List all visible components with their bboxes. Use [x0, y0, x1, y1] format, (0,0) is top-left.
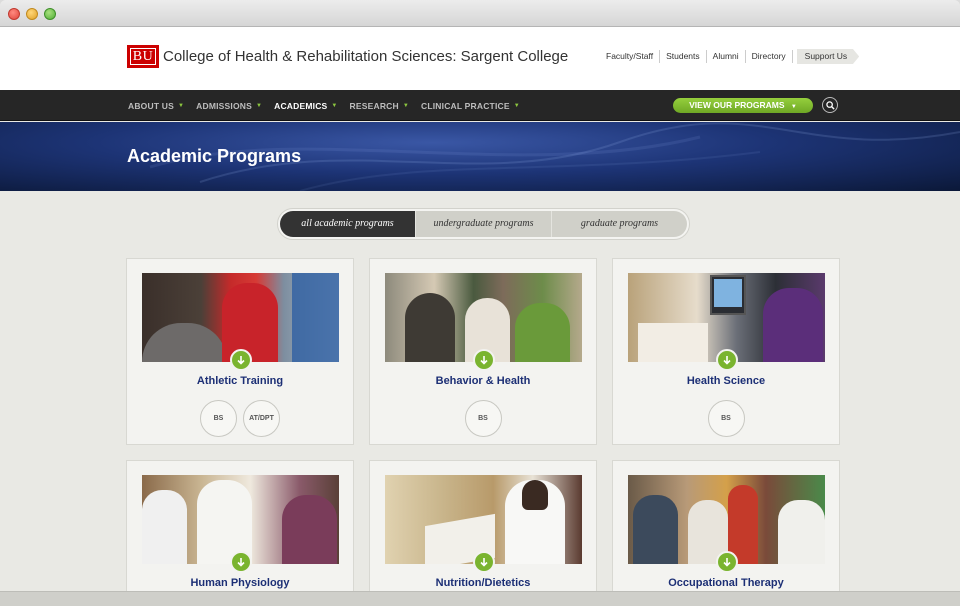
tab-undergraduate-programs[interactable]: undergraduate programs: [416, 211, 552, 237]
nav-item-academics[interactable]: ACADEMICS ▼: [274, 101, 337, 111]
program-title[interactable]: Athletic Training: [127, 375, 353, 387]
expand-arrow-icon[interactable]: [473, 349, 495, 371]
program-card-occupational-therapy[interactable]: Occupational Therapy: [612, 460, 840, 606]
program-card-behavior-health[interactable]: Behavior & Health BS: [369, 258, 597, 445]
chevron-down-icon: ▼: [402, 102, 409, 109]
program-title[interactable]: Occupational Therapy: [613, 577, 839, 589]
program-card-health-science[interactable]: Health Science BS: [612, 258, 840, 445]
degree-badge-bs[interactable]: BS: [707, 400, 745, 437]
expand-arrow-icon[interactable]: [230, 349, 252, 371]
main-nav: ABOUT US ▼ ADMISSIONS ▼ ACADEMICS ▼ RESE…: [0, 90, 960, 121]
program-card-athletic-training[interactable]: Athletic Training BS AT/DPT: [126, 258, 354, 445]
degree-badge-bs[interactable]: BS: [464, 400, 502, 437]
bu-logo[interactable]: BU: [127, 45, 159, 68]
program-title[interactable]: Nutrition/Dietetics: [370, 577, 596, 589]
program-title[interactable]: Human Physiology: [127, 577, 353, 589]
nav-item-label: ACADEMICS: [274, 100, 328, 111]
nav-item-clinical-practice[interactable]: CLINICAL PRACTICE ▼: [421, 101, 520, 111]
degree-list: BS: [613, 400, 839, 437]
program-card-nutrition-dietetics[interactable]: Nutrition/Dietetics: [369, 460, 597, 606]
window-chrome: [0, 0, 960, 27]
page-hero: Academic Programs: [0, 122, 960, 191]
window-bottom-bar: [0, 591, 960, 606]
expand-arrow-icon[interactable]: [716, 349, 738, 371]
view-programs-label: VIEW OUR PROGRAMS: [689, 100, 785, 110]
nav-item-about-us[interactable]: ABOUT US ▼: [128, 101, 184, 111]
expand-arrow-icon[interactable]: [716, 551, 738, 573]
search-button[interactable]: [822, 97, 838, 113]
program-title[interactable]: Health Science: [613, 375, 839, 387]
search-icon: [826, 101, 835, 110]
utility-link-directory[interactable]: Directory: [746, 50, 793, 63]
nav-item-research[interactable]: RESEARCH ▼: [350, 101, 409, 111]
program-title[interactable]: Behavior & Health: [370, 375, 596, 387]
tab-all-academic-programs[interactable]: all academic programs: [280, 211, 416, 237]
nav-item-label: ABOUT US: [128, 100, 174, 111]
nav-menu: ABOUT US ▼ ADMISSIONS ▼ ACADEMICS ▼ RESE…: [128, 90, 532, 121]
degree-list: BS: [370, 400, 596, 437]
degree-badge-bs[interactable]: BS: [200, 400, 237, 437]
chevron-down-icon: ▼: [513, 102, 520, 109]
nav-item-label: RESEARCH: [349, 100, 399, 111]
chevron-down-icon: ▼: [178, 102, 185, 109]
browser-window: BU College of Health & Rehabilitation Sc…: [0, 0, 960, 606]
view-programs-button[interactable]: VIEW OUR PROGRAMS ▼: [673, 98, 813, 113]
chevron-down-icon: ▼: [255, 102, 263, 109]
expand-arrow-icon[interactable]: [230, 551, 252, 573]
chevron-down-icon: ▼: [790, 104, 797, 110]
page-title: Academic Programs: [127, 146, 302, 166]
support-us-button[interactable]: Support Us: [796, 49, 860, 64]
degree-badge-at-dpt[interactable]: AT/DPT: [243, 400, 280, 437]
chevron-down-icon: ▼: [331, 102, 338, 109]
tab-graduate-programs[interactable]: graduate programs: [552, 211, 687, 237]
utility-link-alumni[interactable]: Alumni: [707, 50, 746, 63]
utility-link-students[interactable]: Students: [660, 50, 707, 63]
utility-link-faculty-staff[interactable]: Faculty/Staff: [600, 50, 661, 63]
zoom-window-icon[interactable]: [44, 8, 56, 20]
minimize-window-icon[interactable]: [26, 8, 38, 20]
site-header: BU College of Health & Rehabilitation Sc…: [0, 27, 960, 90]
utility-links: Faculty/Staff Students Alumni Directory …: [600, 49, 860, 64]
nav-item-label: CLINICAL PRACTICE: [421, 100, 510, 111]
expand-arrow-icon[interactable]: [473, 551, 495, 573]
program-card-human-physiology[interactable]: Human Physiology: [126, 460, 354, 606]
close-window-icon[interactable]: [8, 8, 20, 20]
nav-item-label: ADMISSIONS: [196, 100, 252, 111]
degree-list: BS AT/DPT: [127, 400, 353, 437]
college-title[interactable]: College of Health & Rehabilitation Scien…: [163, 48, 568, 65]
program-filter-tabs: all academic programs undergraduate prog…: [277, 208, 690, 240]
nav-item-admissions[interactable]: ADMISSIONS ▼: [196, 101, 262, 111]
